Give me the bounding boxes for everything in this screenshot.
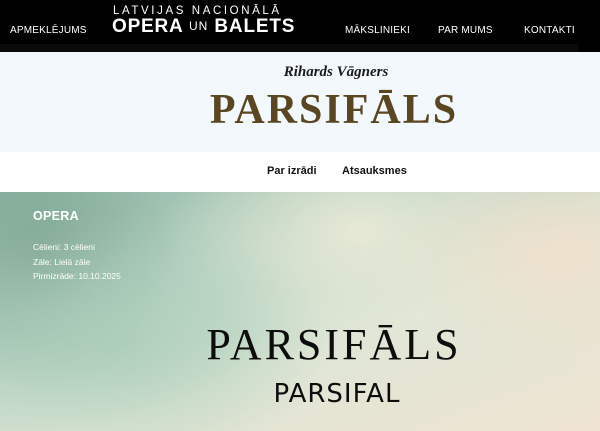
nav-link-kontakti[interactable]: KONTAKTI xyxy=(524,25,575,36)
logo-line-2: OPERA UN BALETS xyxy=(112,16,296,37)
hero-title-english: PARSIFAL xyxy=(273,379,401,409)
hero-category: OPERA xyxy=(33,209,79,223)
composer-name: Rihards Vāgners xyxy=(283,64,389,80)
nav-link-apmeklejums[interactable]: APMEKLĒJUMS xyxy=(10,25,87,36)
top-navigation-bar: APMEKLĒJUMS LATVIJAS NACIONĀLĀ OPERA UN … xyxy=(0,0,600,52)
page-title: PARSIFĀLS xyxy=(209,87,459,133)
hero-meta-premiere: Pirmizrāde: 10.10.2025 xyxy=(33,271,121,281)
hero-meta-hall: Zāle: Lielā zāle xyxy=(33,257,91,267)
nav-link-par-mums[interactable]: PAR MUMS xyxy=(438,25,493,36)
tab-atsauksmes[interactable]: Atsauksmes xyxy=(342,165,407,177)
hero-meta-acts: Cēlieni: 3 cēlieni xyxy=(33,242,95,252)
nav-link-makslinieki[interactable]: MĀKSLINIEKI xyxy=(345,25,410,36)
hero-title-latvian: PARSIFĀLS xyxy=(206,320,462,369)
tab-par-izradi[interactable]: Par izrādi xyxy=(267,165,317,177)
hero-banner: OPERA Cēlieni: 3 cēlieni Zāle: Lielā zāl… xyxy=(0,192,600,431)
topbar-divider xyxy=(0,44,578,52)
